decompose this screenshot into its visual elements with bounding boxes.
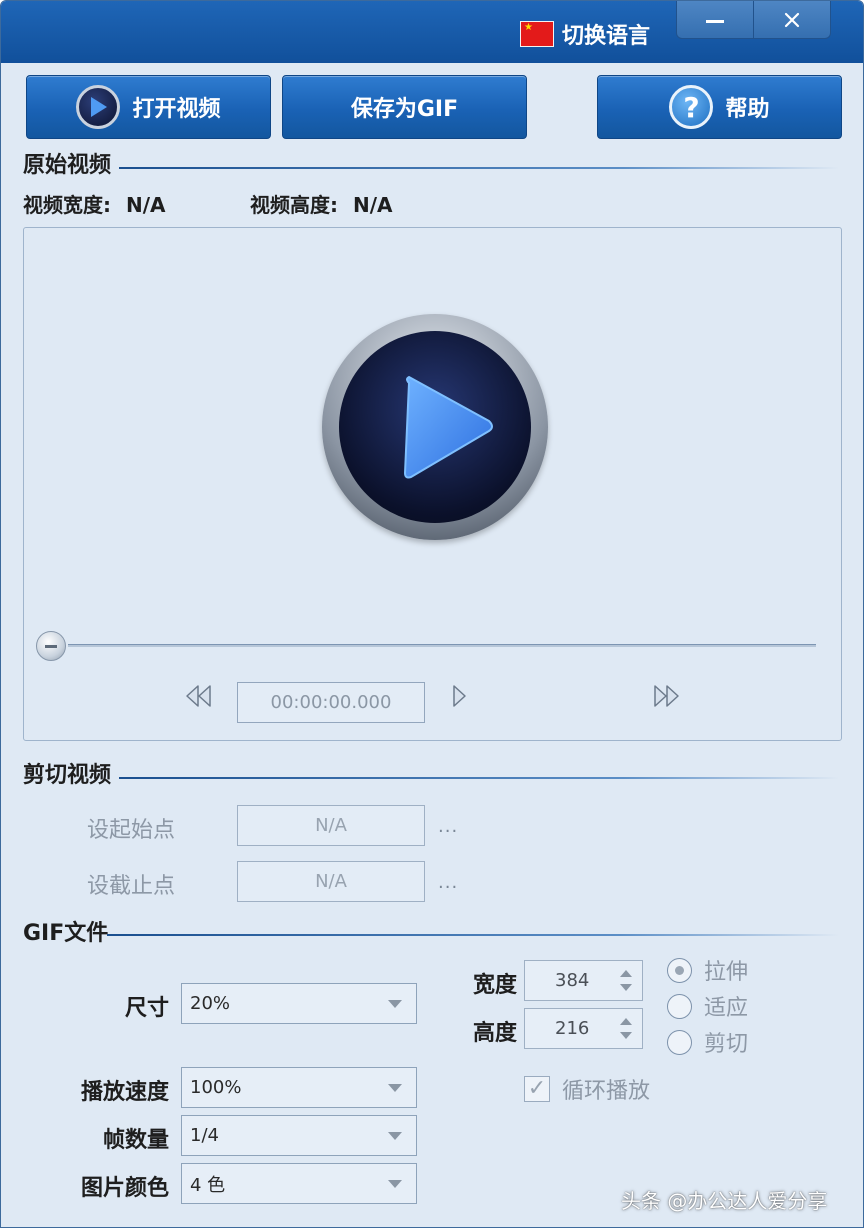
- radio-selected-icon: [667, 957, 692, 983]
- video-preview-panel: 00:00:00.000: [23, 227, 842, 741]
- close-icon: [784, 12, 800, 27]
- gif-file-title: GIF文件: [23, 921, 109, 946]
- watermark: 头条 @办公达人爱分享: [621, 1189, 828, 1213]
- size-label: 尺寸: [124, 996, 169, 1021]
- frames-select[interactable]: 1/4: [181, 1115, 417, 1156]
- section-divider: [107, 934, 839, 936]
- chevron-down-icon: [388, 1132, 402, 1140]
- minimize-icon: [706, 20, 724, 23]
- seek-handle[interactable]: [36, 631, 66, 661]
- color-select[interactable]: 4 色: [181, 1163, 417, 1204]
- speed-select-value: 100%: [190, 1077, 242, 1098]
- radio-icon: [667, 993, 692, 1019]
- fast-forward-icon[interactable]: [651, 684, 681, 708]
- open-video-label: 打开视频: [132, 97, 221, 122]
- radio-icon: [667, 1029, 692, 1055]
- seek-track[interactable]: [68, 644, 816, 647]
- mode-crop-label: 剪切: [704, 1032, 749, 1057]
- spin-up-icon[interactable]: [620, 1018, 632, 1025]
- gif-height-spinner[interactable]: 216: [524, 1008, 643, 1049]
- video-width-info: 视频宽度: N/A: [23, 189, 166, 218]
- loop-label: 循环播放: [562, 1079, 651, 1104]
- big-play-icon: [404, 376, 493, 479]
- mode-fit-label: 适应: [704, 996, 749, 1021]
- app-window: ★ 切换语言 打开视频 保存为GIF ? 帮助 原始视频 视频宽度: N/A 视…: [0, 0, 864, 1228]
- section-divider: [119, 167, 839, 169]
- big-play-button[interactable]: [322, 314, 548, 540]
- close-button[interactable]: [753, 1, 831, 39]
- save-as-gif-label: 保存为GIF: [350, 97, 459, 122]
- chevron-down-icon: [388, 1180, 402, 1188]
- cut-video-title: 剪切视频: [23, 763, 112, 788]
- video-height-label: 视频高度:: [250, 193, 338, 217]
- source-video-title: 原始视频: [23, 153, 112, 178]
- frames-label: 帧数量: [102, 1128, 169, 1153]
- spin-down-icon[interactable]: [620, 1032, 632, 1039]
- mode-radio-fit[interactable]: 适应: [667, 990, 748, 1022]
- save-as-gif-button[interactable]: 保存为GIF: [282, 75, 527, 139]
- video-width-value: N/A: [125, 193, 166, 217]
- video-width-label: 视频宽度:: [23, 193, 111, 217]
- set-end-label: 设截止点: [87, 874, 176, 899]
- spin-up-icon[interactable]: [620, 970, 632, 977]
- loop-checkbox[interactable]: ✓ 循环播放: [524, 1073, 650, 1105]
- size-select[interactable]: 20%: [181, 983, 417, 1024]
- gif-height-value: 216: [555, 1018, 590, 1039]
- color-select-value: 4 色: [190, 1174, 226, 1196]
- video-height-value: N/A: [352, 193, 393, 217]
- big-play-icon-bg: [339, 331, 531, 523]
- frames-select-value: 1/4: [190, 1125, 219, 1146]
- help-label: 帮助: [725, 97, 770, 122]
- help-icon: ?: [669, 85, 714, 129]
- open-video-button[interactable]: 打开视频: [26, 75, 271, 139]
- section-divider: [119, 777, 839, 779]
- set-start-label: 设起始点: [87, 818, 176, 843]
- gif-width-spinner[interactable]: 384: [524, 960, 643, 1001]
- title-bar: ★ 切换语言: [1, 1, 863, 63]
- gif-width-label: 宽度: [472, 973, 517, 998]
- china-flag-icon: ★: [520, 21, 554, 47]
- speed-label: 播放速度: [80, 1080, 169, 1105]
- play-step-icon[interactable]: [451, 684, 469, 708]
- mode-radio-crop[interactable]: 剪切: [667, 1026, 748, 1058]
- help-button[interactable]: ? 帮助: [597, 75, 842, 139]
- spin-down-icon[interactable]: [620, 984, 632, 991]
- mode-stretch-label: 拉伸: [704, 960, 749, 985]
- start-point-field[interactable]: N/A: [237, 805, 425, 846]
- switch-language-label: 切换语言: [562, 24, 651, 49]
- switch-language-button[interactable]: ★ 切换语言: [520, 19, 650, 49]
- gif-width-value: 384: [555, 970, 590, 991]
- size-select-value: 20%: [190, 993, 231, 1014]
- gif-height-label: 高度: [472, 1021, 517, 1046]
- rewind-icon[interactable]: [184, 684, 214, 708]
- play-icon: [76, 85, 121, 129]
- chevron-down-icon: [388, 1084, 402, 1092]
- time-display: 00:00:00.000: [237, 682, 425, 723]
- minimize-button[interactable]: [676, 1, 754, 39]
- end-point-field[interactable]: N/A: [237, 861, 425, 902]
- color-label: 图片颜色: [80, 1176, 169, 1201]
- speed-select[interactable]: 100%: [181, 1067, 417, 1108]
- chevron-down-icon: [388, 1000, 402, 1008]
- mode-radio-stretch[interactable]: 拉伸: [667, 954, 748, 986]
- checkmark-icon: ✓: [524, 1076, 550, 1102]
- start-browse-button[interactable]: ...: [438, 816, 458, 837]
- end-browse-button[interactable]: ...: [438, 872, 458, 893]
- video-height-info: 视频高度: N/A: [250, 189, 393, 218]
